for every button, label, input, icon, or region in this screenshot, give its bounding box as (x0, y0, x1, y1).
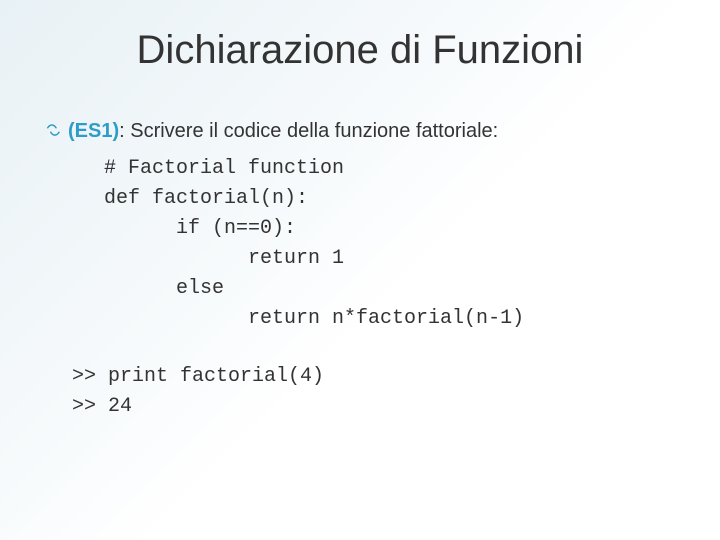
output-line-1: >> 24 (72, 395, 132, 418)
bullet-text: (ES1): Scrivere il codice della funzione… (68, 120, 498, 143)
slide-title: Dichiarazione di Funzioni (0, 28, 720, 73)
output-line-0: >> print factorial(4) (72, 365, 324, 388)
code-block: # Factorial function def factorial(n): i… (104, 154, 680, 334)
code-line-4: else (104, 277, 224, 300)
slide-content: (ES1): Scrivere il codice della funzione… (44, 120, 680, 422)
bullet-line: (ES1): Scrivere il codice della funzione… (44, 120, 680, 146)
bullet-icon (44, 120, 62, 146)
exercise-label: (ES1) (68, 120, 119, 142)
exercise-text: : Scrivere il codice della funzione fatt… (119, 120, 498, 142)
code-line-3: return 1 (104, 247, 344, 270)
output-block: >> print factorial(4) >> 24 (72, 362, 680, 422)
code-line-1: def factorial(n): (104, 187, 308, 210)
code-line-0: # Factorial function (104, 157, 344, 180)
code-line-5: return n*factorial(n-1) (104, 307, 524, 330)
slide: Dichiarazione di Funzioni (ES1): Scriver… (0, 0, 720, 540)
code-line-2: if (n==0): (104, 217, 296, 240)
